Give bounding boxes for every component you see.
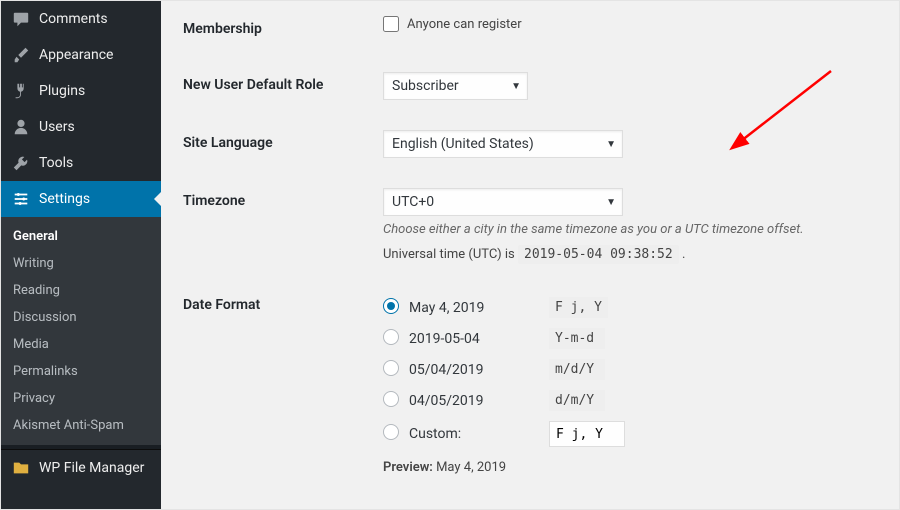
row-default-role: New User Default Role Subscriber ▼ [183, 57, 899, 115]
date-example: May 4, 2019 [409, 292, 549, 323]
row-membership: Membership Anyone can register [183, 1, 899, 57]
select-value: UTC+0 [392, 194, 434, 210]
sidebar-item-settings[interactable]: Settings [1, 181, 161, 217]
wrench-icon [11, 153, 31, 173]
sidebar-label: WP File Manager [39, 460, 144, 476]
radio-icon[interactable] [383, 298, 399, 314]
language-label: Site Language [183, 115, 383, 173]
settings-submenu: General Writing Reading Discussion Media… [1, 217, 161, 445]
submenu-discussion[interactable]: Discussion [1, 304, 161, 331]
sidebar-label: Tools [39, 155, 73, 171]
membership-label: Membership [183, 1, 383, 57]
sidebar-label: Appearance [39, 47, 113, 63]
comment-icon [11, 9, 31, 29]
chevron-down-icon: ▼ [511, 81, 521, 92]
date-code: m/d/Y [549, 359, 605, 380]
chevron-down-icon: ▼ [606, 197, 616, 208]
submenu-akismet[interactable]: Akismet Anti-Spam [1, 412, 161, 439]
sidebar-item-comments[interactable]: Comments [1, 1, 161, 37]
row-site-language: Site Language English (United States) ▼ [183, 115, 899, 173]
submenu-privacy[interactable]: Privacy [1, 385, 161, 412]
date-example: 2019-05-04 [409, 323, 549, 354]
row-timezone: Timezone UTC+0 ▼ Choose either a city in… [183, 173, 899, 277]
chevron-down-icon: ▼ [606, 139, 616, 150]
sidebar-item-wp-file-manager[interactable]: WP File Manager [1, 450, 161, 486]
sidebar-label: Settings [39, 191, 90, 207]
date-code: Y-m-d [549, 328, 605, 349]
sidebar-item-users[interactable]: Users [1, 109, 161, 145]
submenu-general[interactable]: General [1, 223, 161, 250]
submenu-permalinks[interactable]: Permalinks [1, 358, 161, 385]
submenu-writing[interactable]: Writing [1, 250, 161, 277]
date-format-label: Date Format [183, 277, 383, 490]
date-option-custom[interactable]: Custom: [383, 416, 625, 452]
brush-icon [11, 45, 31, 65]
timezone-select[interactable]: UTC+0 ▼ [383, 188, 623, 216]
sidebar-label: Comments [39, 11, 108, 27]
custom-label: Custom: [409, 416, 549, 452]
custom-date-format-input[interactable] [549, 421, 625, 447]
submenu-reading[interactable]: Reading [1, 277, 161, 304]
date-option-3[interactable]: 04/05/2019 d/m/Y [383, 385, 625, 416]
utc-prefix: Universal time (UTC) is [383, 247, 515, 262]
checkbox-label: Anyone can register [407, 17, 522, 32]
sidebar-label: Users [39, 119, 75, 135]
row-date-format: Date Format May 4, 2019 F j, Y 2019-05-0… [183, 277, 899, 490]
site-language-select[interactable]: English (United States) ▼ [383, 130, 623, 158]
default-role-select[interactable]: Subscriber ▼ [383, 72, 528, 100]
utc-line: Universal time (UTC) is 2019-05-04 09:38… [383, 247, 889, 262]
date-format-options: May 4, 2019 F j, Y 2019-05-04 Y-m-d 05/0… [383, 292, 625, 452]
anyone-can-register-input[interactable] [383, 16, 399, 32]
sidebar-item-plugins[interactable]: Plugins [1, 73, 161, 109]
date-code: d/m/Y [549, 390, 605, 411]
preview-label: Preview: [383, 460, 433, 475]
radio-icon[interactable] [383, 391, 399, 407]
anyone-can-register-checkbox[interactable]: Anyone can register [383, 16, 889, 32]
admin-sidebar: Comments Appearance Plugins Users Tools … [1, 1, 161, 509]
folder-icon [11, 458, 31, 478]
sidebar-label: Plugins [39, 83, 85, 99]
select-value: English (United States) [392, 136, 534, 152]
user-icon [11, 117, 31, 137]
date-option-0[interactable]: May 4, 2019 F j, Y [383, 292, 625, 323]
sidebar-item-tools[interactable]: Tools [1, 145, 161, 181]
plug-icon [11, 81, 31, 101]
date-example: 04/05/2019 [409, 385, 549, 416]
date-format-preview: Preview: May 4, 2019 [383, 460, 889, 475]
settings-general-form: Membership Anyone can register New User … [161, 1, 899, 509]
sidebar-item-appearance[interactable]: Appearance [1, 37, 161, 73]
submenu-media[interactable]: Media [1, 331, 161, 358]
radio-icon[interactable] [383, 329, 399, 345]
select-value: Subscriber [392, 78, 459, 94]
timezone-label: Timezone [183, 173, 383, 277]
date-example: 05/04/2019 [409, 354, 549, 385]
preview-value: May 4, 2019 [436, 460, 506, 475]
date-code: F j, Y [549, 297, 608, 318]
radio-icon[interactable] [383, 360, 399, 376]
sliders-icon [11, 189, 31, 209]
timezone-help: Choose either a city in the same timezon… [383, 222, 889, 237]
radio-icon[interactable] [383, 424, 399, 440]
date-option-1[interactable]: 2019-05-04 Y-m-d [383, 323, 625, 354]
role-label: New User Default Role [183, 57, 383, 115]
utc-value: 2019-05-04 09:38:52 [518, 245, 679, 264]
date-option-2[interactable]: 05/04/2019 m/d/Y [383, 354, 625, 385]
